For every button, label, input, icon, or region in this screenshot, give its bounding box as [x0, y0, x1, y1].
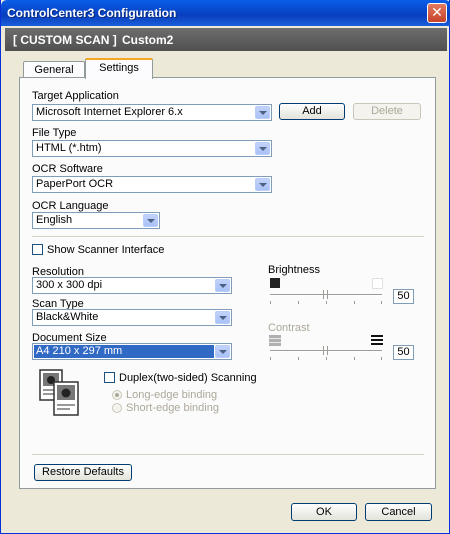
light-square-icon [372, 278, 383, 289]
delete-button[interactable]: Delete [353, 103, 421, 120]
ocr-software-value: PaperPort OCR [36, 178, 114, 190]
brightness-slider-thumb[interactable] [323, 290, 328, 299]
chevron-down-icon[interactable] [255, 178, 270, 191]
add-button[interactable]: Add [279, 103, 345, 120]
long-edge-label: Long-edge binding [126, 389, 218, 401]
file-type-label: File Type [32, 127, 77, 139]
chevron-down-icon[interactable] [215, 345, 230, 358]
contrast-ticks [270, 357, 382, 360]
file-type-select[interactable]: HTML (*.htm) [32, 140, 272, 157]
dark-square-icon [270, 278, 280, 288]
duplex-label[interactable]: Duplex(two-sided) Scanning [119, 372, 257, 384]
title-bar[interactable]: ControlCenter3 Configuration ✕ [1, 0, 450, 26]
long-edge-radio[interactable] [112, 390, 122, 400]
contrast-slider-thumb[interactable] [323, 346, 328, 355]
target-app-label: Target Application [32, 90, 119, 102]
document-size-value: A4 210 x 297 mm [34, 345, 214, 358]
low-contrast-icon [269, 335, 281, 346]
document-size-select[interactable]: A4 210 x 297 mm [32, 343, 232, 360]
scan-type-value: Black&White [36, 311, 99, 323]
chevron-down-icon[interactable] [215, 279, 230, 292]
contrast-value[interactable]: 50 [393, 345, 414, 360]
brightness-ticks [270, 301, 382, 304]
tab-settings[interactable]: Settings [85, 58, 153, 79]
ocr-language-select[interactable]: English [32, 212, 160, 229]
show-scanner-checkbox[interactable] [32, 244, 43, 255]
resolution-select[interactable]: 300 x 300 dpi [32, 277, 232, 294]
contrast-label: Contrast [268, 322, 310, 334]
ocr-language-label: OCR Language [32, 200, 109, 212]
settings-panel: Target Application Microsoft Internet Ex… [19, 77, 436, 489]
close-icon: ✕ [431, 4, 443, 20]
chevron-down-icon[interactable] [143, 214, 158, 227]
show-scanner-label[interactable]: Show Scanner Interface [47, 244, 164, 256]
ocr-software-select[interactable]: PaperPort OCR [32, 176, 272, 193]
target-app-value: Microsoft Internet Explorer 6.x [36, 106, 183, 118]
config-window: ControlCenter3 Configuration ✕ [ CUSTOM … [0, 0, 450, 534]
file-type-value: HTML (*.htm) [36, 142, 102, 154]
target-app-select[interactable]: Microsoft Internet Explorer 6.x [32, 104, 272, 121]
chevron-down-icon[interactable] [255, 106, 270, 119]
tab-settings-label: Settings [99, 62, 139, 74]
ocr-software-label: OCR Software [32, 163, 103, 175]
divider [32, 236, 424, 238]
short-edge-radio[interactable] [112, 403, 122, 413]
close-button[interactable]: ✕ [427, 3, 447, 23]
brightness-label: Brightness [268, 264, 320, 276]
restore-defaults-button[interactable]: Restore Defaults [34, 464, 132, 481]
resolution-value: 300 x 300 dpi [36, 279, 103, 291]
short-edge-label: Short-edge binding [126, 402, 219, 414]
banner-mode: [ CUSTOM SCAN ] [13, 33, 117, 47]
chevron-down-icon[interactable] [255, 142, 270, 155]
duplex-pages-icon [39, 369, 79, 416]
duplex-checkbox[interactable] [104, 372, 115, 383]
chevron-down-icon[interactable] [215, 311, 230, 324]
scan-banner: [ CUSTOM SCAN ] Custom2 [5, 28, 447, 51]
tab-general-label: General [34, 64, 74, 76]
brightness-value[interactable]: 50 [393, 289, 414, 304]
ok-button[interactable]: OK [291, 503, 357, 521]
scan-type-select[interactable]: Black&White [32, 309, 232, 326]
cancel-button[interactable]: Cancel [365, 503, 432, 521]
banner-profile: Custom2 [122, 33, 174, 47]
ocr-language-value: English [36, 214, 73, 226]
window-title: ControlCenter3 Configuration [7, 6, 177, 20]
high-contrast-icon [371, 335, 383, 345]
divider [32, 454, 424, 456]
